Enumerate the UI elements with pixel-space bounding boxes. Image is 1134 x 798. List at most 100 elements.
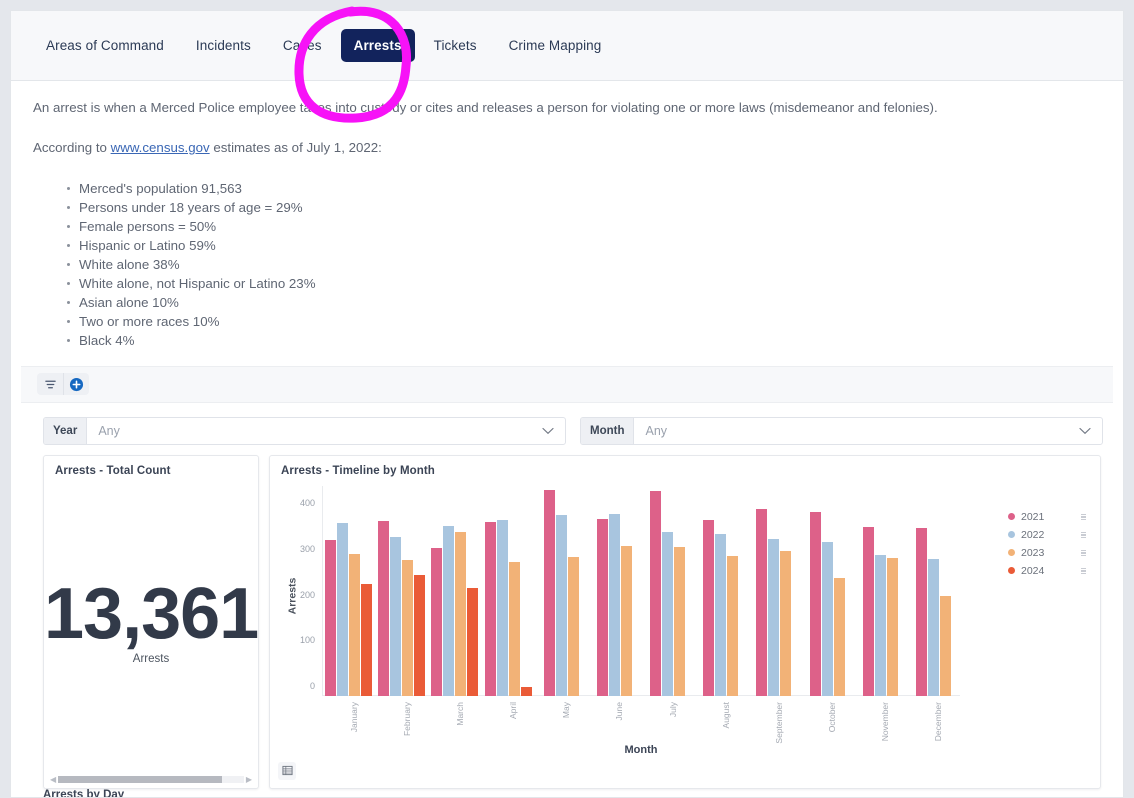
bar-2022[interactable]: [496, 520, 508, 696]
census-gov-link[interactable]: www.census.gov: [111, 140, 210, 155]
bar-2023[interactable]: [508, 561, 520, 696]
table-view-button[interactable]: [278, 761, 296, 780]
bar-2022[interactable]: [443, 525, 455, 696]
tab-arrests[interactable]: Arrests: [340, 29, 415, 62]
legend-color-swatch: [1008, 531, 1015, 539]
list-item: Female persons = 50%: [67, 217, 1101, 236]
bar-2023[interactable]: [455, 532, 467, 696]
total-arrests-value: 13,361: [44, 573, 259, 654]
bar-2021[interactable]: [596, 518, 608, 696]
drag-handle-icon[interactable]: [1081, 549, 1086, 557]
bar-2022[interactable]: [662, 532, 674, 696]
bar-2021[interactable]: [650, 491, 662, 696]
legend-label: 2024: [1021, 564, 1045, 577]
bar-2023[interactable]: [349, 554, 361, 696]
bar-2021[interactable]: [378, 521, 390, 696]
scrollbar-track[interactable]: [58, 775, 244, 783]
y-axis-tick: 200: [299, 589, 315, 600]
census-stats-list: Merced's population 91,563 Persons under…: [33, 179, 1101, 350]
month-filter-value[interactable]: Any: [634, 424, 1079, 438]
bar-2022[interactable]: [874, 554, 886, 696]
drag-handle-icon[interactable]: [1081, 513, 1086, 521]
bar-2021[interactable]: [325, 540, 337, 696]
month-filter[interactable]: Month Any: [580, 416, 1103, 445]
bar-2021[interactable]: [756, 509, 768, 696]
bar-2023[interactable]: [886, 557, 898, 696]
bar-2022[interactable]: [768, 539, 780, 696]
bar-2021[interactable]: [484, 521, 496, 696]
tab-areas-of-command[interactable]: Areas of Command: [33, 29, 177, 62]
legend-item-2024[interactable]: 2024: [1008, 562, 1086, 580]
bar-2023[interactable]: [674, 547, 686, 696]
bar-group: February: [375, 486, 428, 736]
x-axis-title: Month: [624, 743, 658, 756]
bar-2021[interactable]: [431, 547, 443, 696]
bar-2023[interactable]: [780, 550, 792, 696]
year-filter-value[interactable]: Any: [87, 424, 542, 438]
card-title: Arrests - Timeline by Month: [281, 464, 435, 477]
bar-2021[interactable]: [543, 489, 555, 696]
chevron-down-icon[interactable]: [1079, 427, 1102, 435]
bar-2022[interactable]: [337, 523, 349, 696]
bar-2023[interactable]: [402, 559, 414, 696]
bar-2024[interactable]: [361, 584, 373, 696]
bar-2022[interactable]: [555, 515, 567, 696]
bar-2021[interactable]: [915, 527, 927, 696]
content-body: An arrest is when a Merced Police employ…: [11, 81, 1123, 350]
scrollbar-thumb[interactable]: [58, 775, 222, 783]
bar-2022[interactable]: [715, 533, 727, 696]
filter-button[interactable]: [37, 373, 63, 395]
bar-2022[interactable]: [390, 537, 402, 696]
census-source-paragraph: According to www.census.gov estimates as…: [33, 139, 1101, 157]
dashboard-toolbar: [21, 365, 1113, 403]
bar-2023[interactable]: [939, 596, 951, 696]
x-axis-tick-label: March: [454, 701, 465, 726]
bar-2021[interactable]: [703, 520, 715, 696]
bar-2024[interactable]: [414, 574, 426, 696]
bar-2024[interactable]: [520, 687, 532, 696]
card-title: Arrests - Total Count: [55, 464, 171, 477]
plot-area: 0 100 200 300 400 January February March April M…: [300, 485, 960, 743]
drag-handle-icon[interactable]: [1081, 567, 1086, 575]
tab-crime-mapping[interactable]: Crime Mapping: [496, 29, 615, 62]
bar-2023[interactable]: [567, 557, 579, 696]
bar-2022[interactable]: [821, 542, 833, 696]
tab-label: Areas of Command: [46, 38, 164, 53]
bar-2023[interactable]: [727, 555, 739, 696]
primary-tab-bar: Areas of Command Incidents Cases Arrests…: [11, 11, 1123, 81]
list-item: White alone 38%: [67, 255, 1101, 274]
drag-handle-icon[interactable]: [1081, 531, 1086, 539]
add-filter-button[interactable]: [63, 373, 89, 396]
tab-incidents[interactable]: Incidents: [183, 29, 264, 62]
year-filter-label: Year: [44, 417, 88, 444]
bar-2021[interactable]: [862, 526, 874, 696]
scroll-left-arrow[interactable]: ◀: [48, 775, 58, 784]
horizontal-scrollbar[interactable]: ◀ ▶: [48, 774, 254, 785]
chevron-down-icon[interactable]: [542, 427, 565, 435]
y-axis-title: Arrests: [286, 577, 299, 615]
bar-2023[interactable]: [620, 545, 632, 696]
source-prefix: According to: [33, 139, 111, 155]
bar-2021[interactable]: [809, 511, 821, 696]
bar-2023[interactable]: [833, 577, 845, 696]
bar-2022[interactable]: [608, 513, 620, 696]
bar-chart: Arrests 0 100 200 300 400 January February Mar…: [270, 478, 1100, 768]
bar-group: August: [694, 486, 747, 728]
legend-item-2023[interactable]: 2023: [1008, 544, 1086, 562]
tab-cases[interactable]: Cases: [270, 29, 335, 62]
y-axis-tick: 400: [299, 498, 315, 509]
x-axis-tick-label: May: [561, 701, 572, 718]
scroll-right-arrow[interactable]: ▶: [244, 775, 254, 784]
legend-color-swatch: [1008, 549, 1015, 557]
legend-color-swatch: [1008, 513, 1015, 521]
legend-item-2022[interactable]: 2022: [1008, 526, 1086, 544]
tab-label: Cases: [282, 38, 322, 53]
bar-2022[interactable]: [927, 558, 939, 696]
tab-tickets[interactable]: Tickets: [421, 29, 490, 62]
dashboard-cards: Arrests - Total Count 13,361 Arrests ◀ ▶…: [11, 454, 1123, 789]
year-filter[interactable]: Year Any: [43, 416, 566, 445]
legend-item-2021[interactable]: 2021: [1008, 508, 1086, 526]
bar-2024[interactable]: [467, 587, 479, 696]
legend-label: 2022: [1021, 528, 1045, 541]
tab-label: Tickets: [433, 38, 477, 53]
